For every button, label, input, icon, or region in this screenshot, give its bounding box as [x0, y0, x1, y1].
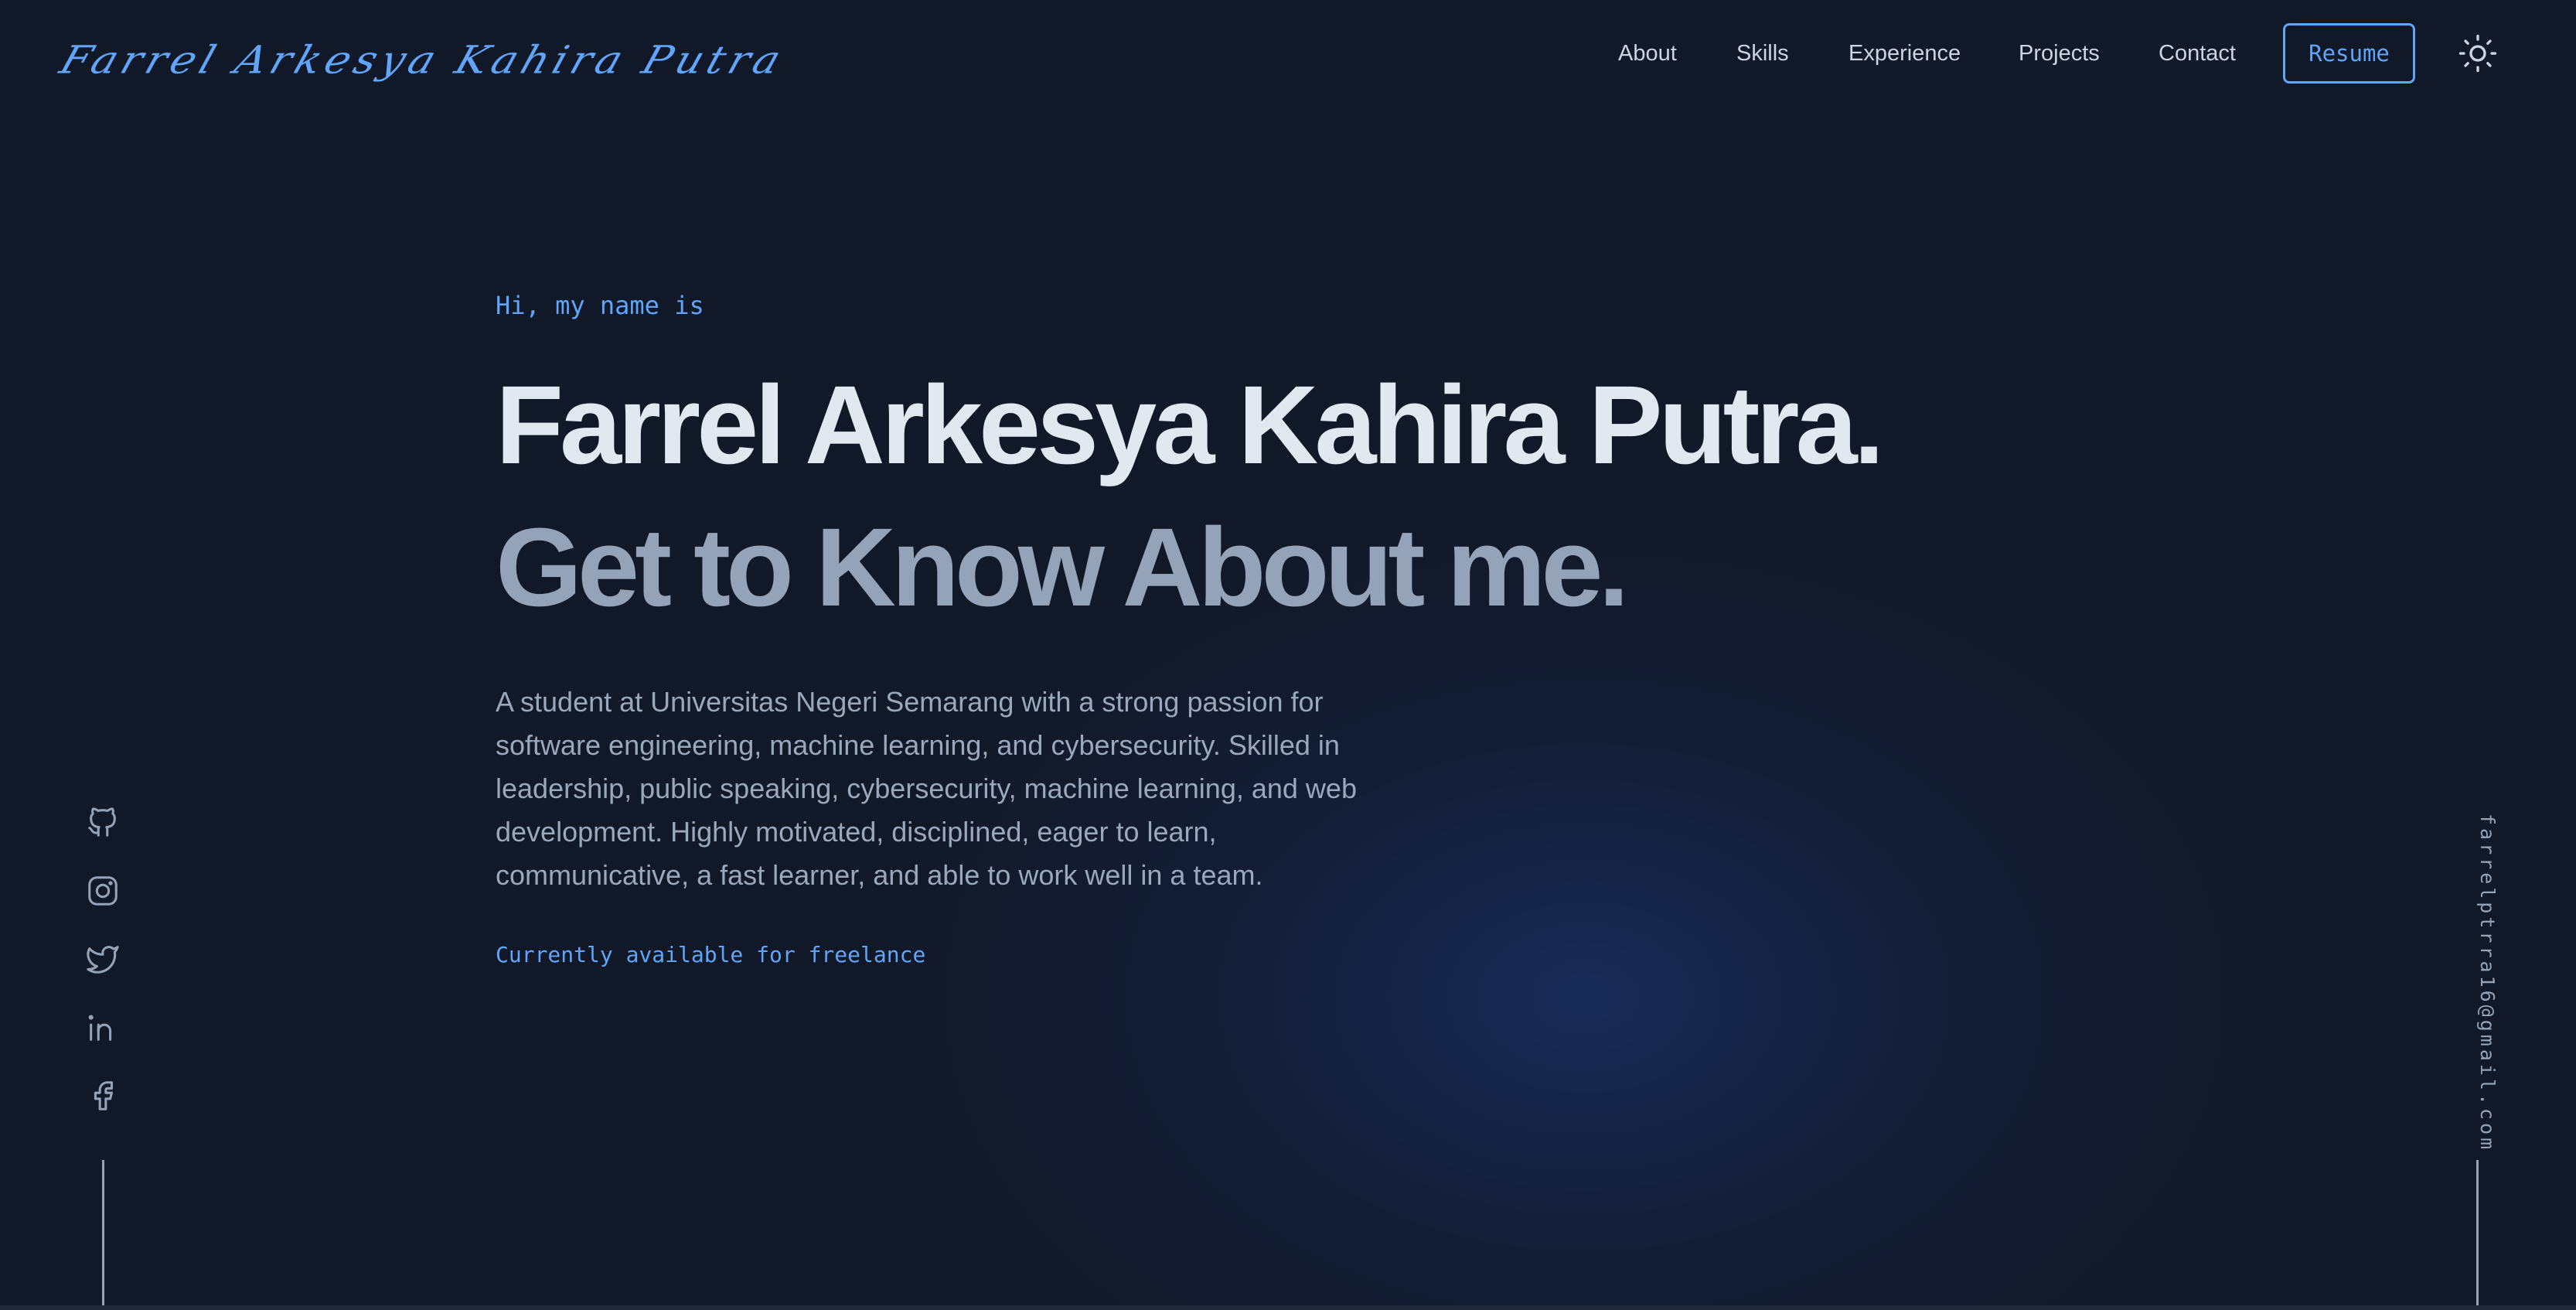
availability-status: Currently available for freelance: [496, 942, 926, 967]
github-icon: [88, 807, 116, 837]
nav-contact[interactable]: Contact: [2159, 23, 2236, 84]
hero-name: Farrel Arkesya Kahira Putra.: [496, 363, 1885, 487]
github-link[interactable]: [83, 803, 122, 841]
twitter-link[interactable]: [83, 940, 122, 978]
right-rail-line: [2476, 1160, 2479, 1310]
sun-icon: [2458, 34, 2497, 73]
nav-skills[interactable]: Skills: [1736, 23, 1789, 84]
twitter-icon: [87, 946, 119, 974]
instagram-icon: [88, 876, 118, 906]
hero-tagline: Get to Know About me.: [496, 505, 1630, 629]
instagram-link[interactable]: [83, 872, 122, 910]
facebook-link[interactable]: [83, 1076, 122, 1115]
resume-button[interactable]: Resume: [2283, 23, 2415, 84]
hero-bio: A student at Universitas Negeri Semarang…: [496, 686, 1357, 891]
bottom-edge: [0, 1305, 2576, 1310]
logo-signature: Farrel Arkesya Kahira Putra: [54, 37, 792, 83]
logo[interactable]: Farrel Arkesya Kahira Putra: [55, 23, 792, 101]
nav-about[interactable]: About: [1618, 23, 1677, 84]
left-rail-line: [102, 1160, 104, 1310]
nav-experience[interactable]: Experience: [1849, 23, 1961, 84]
nav-projects[interactable]: Projects: [2019, 23, 2100, 84]
email-link[interactable]: farrelptrra16@gmail.com: [2476, 814, 2499, 1152]
facebook-icon: [94, 1081, 114, 1110]
linkedin-link[interactable]: [83, 1008, 122, 1047]
hero-greeting: Hi, my name is: [496, 291, 704, 320]
theme-toggle[interactable]: [2457, 32, 2499, 74]
linkedin-icon: [88, 1015, 112, 1041]
